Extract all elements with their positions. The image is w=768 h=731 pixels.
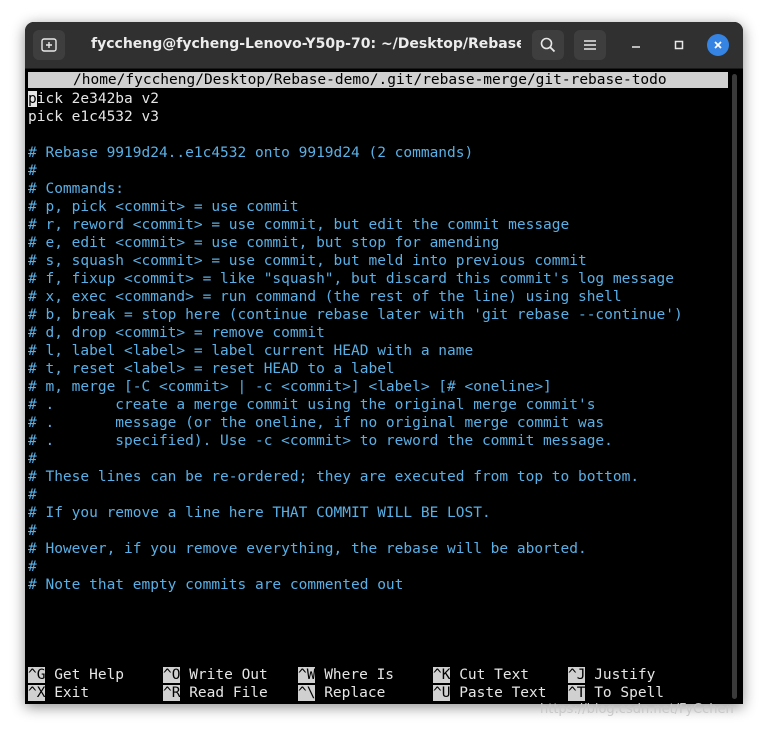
shortcut-label: Replace xyxy=(315,685,386,701)
shortcut-label: Get Help xyxy=(45,667,125,683)
comment-line[interactable]: # d, drop <commit> = remove commit xyxy=(28,324,325,342)
minimize-icon xyxy=(632,46,640,48)
comment-line[interactable]: # f, fixup <commit> = like "squash", but… xyxy=(28,270,674,288)
maximize-button[interactable] xyxy=(668,34,690,56)
comment-line[interactable]: # r, reword <commit> = use commit, but e… xyxy=(28,216,569,234)
shortcut-label: Exit xyxy=(45,685,90,701)
text-cursor: p xyxy=(28,91,37,107)
shortcut-item[interactable]: ^T To Spell xyxy=(568,684,664,702)
maximize-icon xyxy=(674,40,684,50)
comment-line[interactable]: # xyxy=(28,450,37,468)
menu-button[interactable] xyxy=(574,30,606,60)
new-tab-icon xyxy=(41,38,57,52)
window-title: fyccheng@fycheng-Lenovo-Y50p-70: ~/Deskt… xyxy=(91,36,521,52)
comment-line[interactable]: # Rebase 9919d24..e1c4532 onto 9919d24 (… xyxy=(28,144,473,162)
shortcut-label: Read File xyxy=(180,685,268,701)
comment-line[interactable]: # Note that empty commits are commented … xyxy=(28,576,403,594)
terminal-content[interactable]: /home/fyccheng/Desktop/Rebase-demo/.git/… xyxy=(25,69,743,704)
shortcut-key: ^T xyxy=(568,685,586,701)
shortcut-item[interactable]: ^X Exit xyxy=(28,684,89,702)
comment-line[interactable]: # p, pick <commit> = use commit xyxy=(28,198,299,216)
terminal-window: fyccheng@fycheng-Lenovo-Y50p-70: ~/Deskt… xyxy=(25,22,743,704)
shortcut-item[interactable]: ^R Read File xyxy=(163,684,268,702)
shortcut-item[interactable]: ^G Get Help xyxy=(28,666,124,684)
comment-line[interactable]: # Commands: xyxy=(28,180,124,198)
shortcut-key: ^\ xyxy=(298,685,316,701)
shortcut-key: ^K xyxy=(433,667,451,683)
hamburger-menu-icon xyxy=(584,40,596,50)
nano-file-path-header: /home/fyccheng/Desktop/Rebase-demo/.git/… xyxy=(28,72,728,88)
shortcut-key: ^J xyxy=(568,667,586,683)
comment-line[interactable]: # b, break = stop here (continue rebase … xyxy=(28,306,683,324)
shortcut-item[interactable]: ^O Write Out xyxy=(163,666,268,684)
comment-line[interactable]: # These lines can be re-ordered; they ar… xyxy=(28,468,639,486)
comment-line[interactable]: # However, if you remove everything, the… xyxy=(28,540,587,558)
shortcut-item[interactable]: ^\ Replace xyxy=(298,684,385,702)
close-icon xyxy=(714,41,722,49)
pick-line[interactable]: pick e1c4532 v3 xyxy=(28,108,159,126)
minimize-button[interactable] xyxy=(625,34,647,56)
file-path: /home/fyccheng/Desktop/Rebase-demo/.git/… xyxy=(73,72,667,88)
shortcut-item[interactable]: ^J Justify xyxy=(568,666,655,684)
comment-line[interactable]: # s, squash <commit> = use commit, but m… xyxy=(28,252,587,270)
comment-line[interactable]: # xyxy=(28,486,37,504)
comment-line[interactable]: # . specified). Use -c <commit> to rewor… xyxy=(28,432,613,450)
shortcut-label: Write Out xyxy=(180,667,268,683)
comment-line[interactable]: # xyxy=(28,162,37,180)
new-tab-button[interactable] xyxy=(33,30,65,60)
shortcut-label: Justify xyxy=(585,667,656,683)
shortcut-label: Cut Text xyxy=(450,667,530,683)
shortcut-key: ^O xyxy=(163,667,181,683)
comment-line[interactable]: # xyxy=(28,558,37,576)
comment-line[interactable]: # l, label <label> = label current HEAD … xyxy=(28,342,473,360)
comment-line[interactable]: # xyxy=(28,522,37,540)
shortcut-row-2: ^X Exit ^R Read File ^\ Replace ^U Paste Te… xyxy=(28,684,728,702)
comment-line[interactable]: # If you remove a line here THAT COMMIT … xyxy=(28,504,491,522)
comment-line[interactable]: # . create a merge commit using the orig… xyxy=(28,396,595,414)
shortcut-key: ^R xyxy=(163,685,181,701)
comment-line[interactable]: # m, merge [-C <commit> | -c <commit>] <… xyxy=(28,378,552,396)
shortcut-label: Where Is xyxy=(315,667,395,683)
scrollbar[interactable] xyxy=(732,74,737,699)
search-icon xyxy=(540,37,556,53)
shortcut-row-1: ^G Get Help ^O Write Out ^W Where Is ^K Cut… xyxy=(28,666,728,684)
shortcut-key: ^G xyxy=(28,667,46,683)
pick-line-text: ick 2e342ba v2 xyxy=(36,91,159,107)
shortcut-key: ^U xyxy=(433,685,451,701)
comment-line[interactable]: # x, exec <command> = run command (the r… xyxy=(28,288,622,306)
shortcut-label: Paste Text xyxy=(450,685,547,701)
close-button[interactable] xyxy=(707,34,729,56)
search-button[interactable] xyxy=(532,30,564,60)
comment-line[interactable]: # e, edit <commit> = use commit, but sto… xyxy=(28,234,499,252)
pick-line[interactable]: pick 2e342ba v2 xyxy=(28,90,159,108)
shortcut-item[interactable]: ^K Cut Text xyxy=(433,666,529,684)
shortcut-label: To Spell xyxy=(585,685,665,701)
shortcut-item[interactable]: ^U Paste Text xyxy=(433,684,547,702)
watermark: https://blog.csdn.net/FyCchen xyxy=(540,702,734,717)
shortcut-item[interactable]: ^W Where Is xyxy=(298,666,394,684)
comment-line[interactable]: # . message (or the oneline, if no origi… xyxy=(28,414,604,432)
shortcut-key: ^X xyxy=(28,685,46,701)
comment-line[interactable]: # t, reset <label> = reset HEAD to a lab… xyxy=(28,360,395,378)
title-bar: fyccheng@fycheng-Lenovo-Y50p-70: ~/Deskt… xyxy=(25,22,743,69)
shortcut-key: ^W xyxy=(298,667,316,683)
